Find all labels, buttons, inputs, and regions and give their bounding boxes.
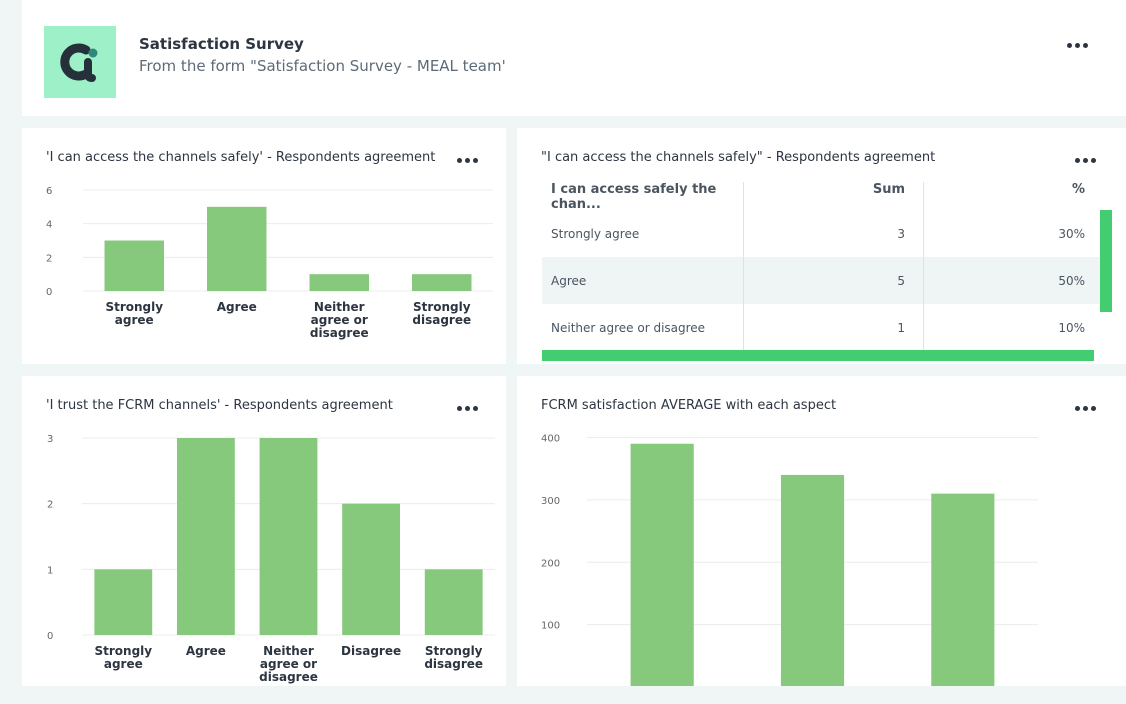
bar[interactable]	[780, 474, 845, 686]
y-tick-label: 1	[47, 565, 53, 576]
page-title: Satisfaction Survey	[139, 35, 304, 53]
access-chart-card: 'I can access the channels safely' - Res…	[22, 128, 506, 364]
table-cell: 3	[744, 210, 924, 257]
table-cell: 50%	[1058, 273, 1085, 288]
x-tick-label: Strongly	[425, 644, 483, 658]
table-cell: Strongly agree	[542, 210, 744, 257]
table-cell: 5	[744, 257, 924, 304]
bar[interactable]	[630, 443, 694, 686]
y-tick-label: 3	[47, 434, 53, 445]
x-tick-label: agree	[115, 313, 154, 327]
y-tick-label: 0	[46, 287, 52, 298]
trust-bar-chart: 0123StronglyagreeAgree Neitheragree ordis…	[47, 434, 495, 684]
trust-chart-card: 'I trust the FCRM channels' - Respondent…	[22, 376, 506, 686]
x-tick-label: Neither	[263, 644, 314, 658]
table-cell: Agree	[542, 257, 744, 304]
table-row: Strongly agree 3 30%	[542, 210, 1102, 257]
bar[interactable]	[309, 274, 369, 291]
horizontal-scrollbar[interactable]	[542, 350, 1094, 361]
table-header-row: I can access safely the chan... Sum %	[542, 180, 1102, 212]
y-tick-label: 100	[541, 621, 560, 632]
x-tick-label: Agree	[217, 300, 257, 314]
page-subtitle: From the form "Satisfaction Survey - MEA…	[139, 57, 506, 75]
y-tick-label: 6	[46, 186, 52, 197]
average-bar-chart: 100 200 300 400	[541, 434, 1038, 686]
y-tick-label: 300	[541, 496, 560, 507]
column-header-category[interactable]: I can access safely the chan...	[542, 182, 744, 212]
y-tick-label: 4	[46, 220, 52, 231]
table-cell: 10%	[1058, 320, 1085, 335]
more-horizontal-icon[interactable]	[1075, 158, 1096, 163]
x-tick-label: disagree	[412, 313, 471, 327]
x-tick-label: Disagree	[341, 644, 401, 658]
bar[interactable]	[259, 438, 318, 635]
x-tick-label: Strongly	[94, 644, 152, 658]
bar[interactable]	[176, 438, 235, 635]
access-table-card: "I can access the channels safely" - Res…	[517, 128, 1126, 364]
y-tick-label: 200	[541, 558, 560, 569]
x-tick-label: Strongly	[105, 300, 163, 314]
x-tick-label: Strongly	[413, 300, 471, 314]
y-tick-label: 2	[46, 253, 52, 264]
x-tick-label: disagree	[424, 657, 483, 671]
bar[interactable]	[94, 569, 153, 635]
y-tick-label: 400	[541, 434, 560, 445]
vertical-scrollbar[interactable]	[1100, 210, 1112, 312]
table-row: Agree 5 50%	[542, 257, 1102, 304]
x-tick-label: Neither	[314, 300, 365, 314]
table-cell: 1	[744, 304, 924, 351]
bar[interactable]	[424, 569, 483, 635]
average-chart-card: FCRM satisfaction AVERAGE with each aspe…	[517, 376, 1126, 686]
x-tick-label: disagree	[259, 670, 318, 684]
y-tick-label: 0	[47, 631, 53, 642]
ci-logo-icon	[44, 26, 116, 98]
access-bar-chart: 0246StronglyagreeAgree Neitheragree ordis…	[46, 186, 493, 340]
x-tick-label: agree	[104, 657, 143, 671]
y-tick-label: 2	[47, 500, 53, 511]
bar[interactable]	[207, 206, 267, 291]
pivot-table: I can access safely the chan... Sum % St…	[542, 180, 1102, 351]
column-header-sum[interactable]: Sum	[744, 182, 924, 210]
card-title: "I can access the channels safely" - Res…	[541, 150, 936, 165]
bar[interactable]	[412, 274, 472, 291]
more-horizontal-icon[interactable]	[1067, 43, 1088, 48]
dashboard-page: Satisfaction Survey From the form "Satis…	[0, 0, 1126, 704]
x-tick-label: disagree	[310, 326, 369, 340]
dashboard-header: Satisfaction Survey From the form "Satis…	[22, 0, 1126, 116]
x-tick-label: agree or	[311, 313, 368, 327]
x-tick-label: Agree	[186, 644, 226, 658]
bar[interactable]	[342, 503, 401, 635]
x-tick-label: agree or	[260, 657, 317, 671]
bar[interactable]	[104, 240, 164, 292]
bar[interactable]	[931, 493, 995, 686]
table-cell: 30%	[1058, 226, 1085, 241]
table-cell: Neither agree or disagree	[542, 304, 744, 351]
table-row: Neither agree or disagree 1 10%	[542, 304, 1102, 351]
column-header-percent[interactable]: %	[924, 182, 1102, 210]
